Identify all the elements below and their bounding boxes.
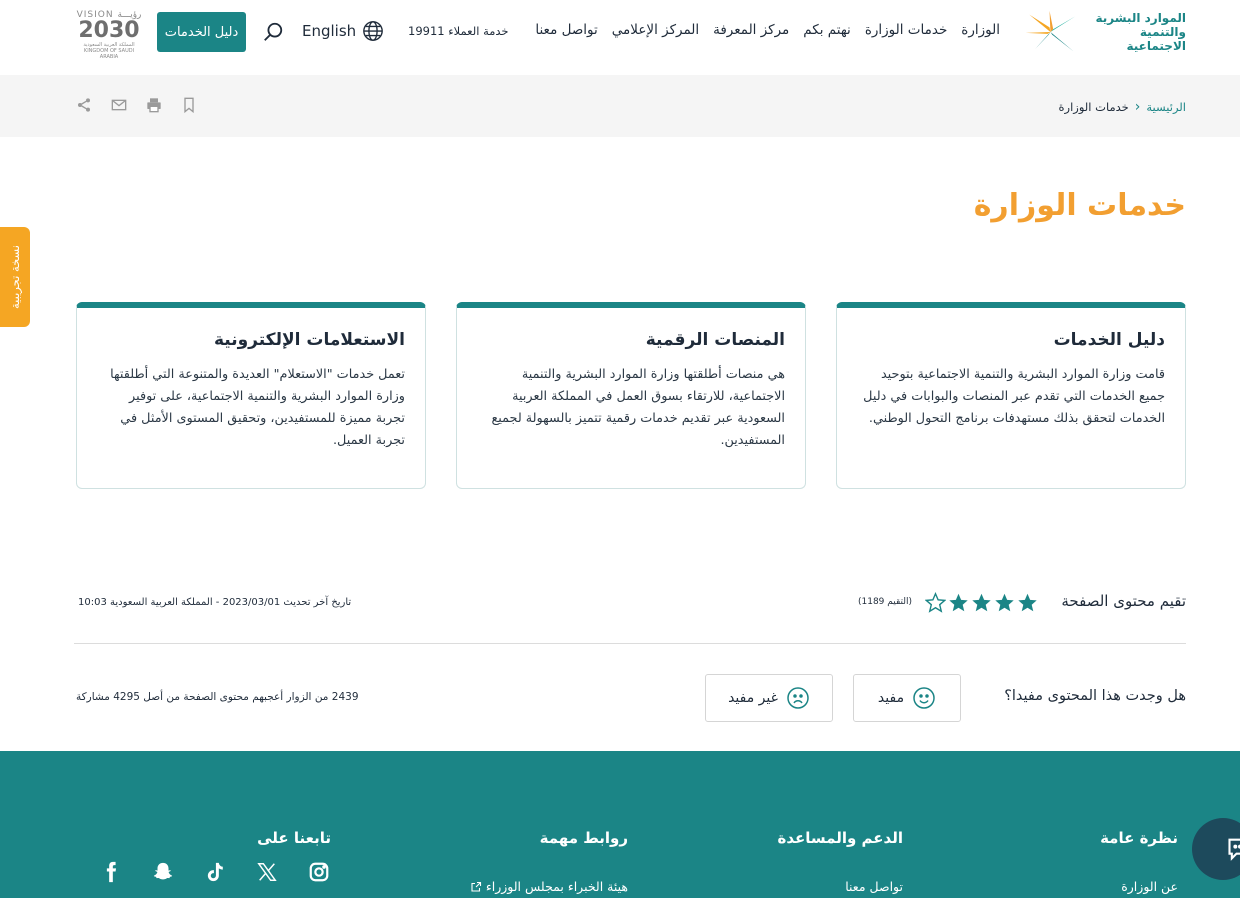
services-guide-button[interactable]: دليل الخدمات bbox=[157, 12, 246, 52]
globe-icon bbox=[363, 21, 384, 41]
star-empty-icon[interactable] bbox=[925, 592, 946, 613]
card-digital-platforms[interactable]: المنصات الرقمية هي منصات أطلقتها وزارة ا… bbox=[456, 302, 806, 489]
card-services-guide[interactable]: دليل الخدمات قامت وزارة الموارد البشرية … bbox=[836, 302, 1186, 489]
language-label: English bbox=[302, 22, 357, 40]
footer-overview-title: نظرة عامة bbox=[1100, 829, 1178, 847]
instagram-icon[interactable] bbox=[308, 861, 330, 883]
star-filled-icon[interactable] bbox=[994, 592, 1015, 613]
chat-button[interactable] bbox=[1192, 818, 1240, 880]
rating-label: تقيم محتوى الصفحة bbox=[1061, 592, 1186, 610]
frown-icon bbox=[787, 687, 809, 709]
useful-label: مفيد bbox=[877, 690, 905, 706]
card-text: هي منصات أطلقتها وزارة الموارد البشرية و… bbox=[491, 367, 785, 448]
external-link-icon bbox=[471, 881, 481, 892]
nav-item-media[interactable]: المركز الإعلامي bbox=[612, 22, 699, 38]
chevron-left-icon: ‹ bbox=[1134, 99, 1141, 115]
smile-icon bbox=[913, 687, 935, 709]
nav-item-care[interactable]: نهتم بكم bbox=[803, 22, 851, 38]
card-title: دليل الخدمات bbox=[1053, 330, 1165, 350]
card-text: تعمل خدمات "الاستعلام" العديدة والمتنوعة… bbox=[110, 367, 405, 448]
star-filled-icon[interactable] bbox=[948, 592, 969, 613]
feedback-stats: 2439 من الزوار أعجبهم محتوى الصفحة من أص… bbox=[76, 691, 359, 703]
card-title: المنصات الرقمية bbox=[645, 330, 785, 350]
footer-link-experts[interactable]: هيئة الخبراء بمجلس الوزراء bbox=[470, 879, 628, 894]
star-filled-icon[interactable] bbox=[1017, 592, 1038, 613]
page-title: خدمات الوزارة bbox=[973, 188, 1186, 223]
site-footer: نظرة عامة عن الوزارة الدعم والمساعدة توا… bbox=[0, 751, 1240, 898]
beta-version-label: نسخة تجريبية bbox=[8, 245, 22, 309]
footer-link-contact[interactable]: تواصل معنا bbox=[845, 879, 903, 894]
print-icon[interactable] bbox=[146, 97, 162, 113]
nav-item-knowledge[interactable]: مركز المعرفة bbox=[713, 22, 789, 38]
tiktok-icon[interactable] bbox=[204, 861, 226, 883]
nav-item-ministry[interactable]: الوزارة bbox=[961, 22, 1000, 38]
rating-stars bbox=[925, 592, 1038, 613]
main-nav: الوزارة خدمات الوزارة نهتم بكم مركز المع… bbox=[535, 22, 1000, 38]
logo-text-line1: الموارد البشرية bbox=[1095, 11, 1186, 25]
vision-year: 2030 bbox=[78, 18, 140, 43]
snapchat-icon[interactable] bbox=[152, 861, 174, 883]
logo-text-line2: والتنمية الاجتماعية bbox=[1126, 25, 1186, 53]
page-rating: تقيم محتوى الصفحة (التقيم 1189) تاريخ آخ… bbox=[78, 592, 1186, 614]
helpful-question: هل وجدت هذا المحتوى مفيدا؟ bbox=[1004, 688, 1186, 704]
social-links bbox=[100, 861, 330, 883]
ministry-logo[interactable]: الموارد البشرية والتنمية الاجتماعية bbox=[1022, 6, 1186, 58]
nav-item-contact[interactable]: تواصل معنا bbox=[535, 22, 597, 38]
not-useful-label: غير مفيد bbox=[728, 690, 778, 706]
breadcrumb: الرئيسية ‹ خدمات الوزارة bbox=[1059, 99, 1187, 115]
facebook-icon[interactable] bbox=[100, 861, 122, 883]
card-text: قامت وزارة الموارد البشرية والتنمية الاج… bbox=[863, 367, 1165, 426]
mail-icon[interactable] bbox=[111, 97, 127, 113]
footer-links-title: روابط مهمة bbox=[539, 829, 628, 847]
breadcrumb-home[interactable]: الرئيسية bbox=[1146, 100, 1186, 114]
card-title: الاستعلامات الإلكترونية bbox=[213, 330, 405, 350]
not-useful-button[interactable]: غير مفيد bbox=[705, 674, 833, 722]
divider bbox=[74, 643, 1186, 644]
card-e-inquiries[interactable]: الاستعلامات الإلكترونية تعمل خدمات "الاس… bbox=[76, 302, 426, 489]
bookmark-icon[interactable] bbox=[181, 97, 197, 113]
rating-count: (التقيم 1189) bbox=[857, 597, 912, 607]
star-filled-icon[interactable] bbox=[971, 592, 992, 613]
last-updated: تاريخ آخر تحديث 2023/03/01 - المملكة الع… bbox=[78, 597, 352, 608]
vision-sub-text: المملكة العربية السعودية KINGDOM OF SAUD… bbox=[83, 42, 135, 60]
chat-icon bbox=[1228, 838, 1240, 861]
footer-link-experts-label: هيئة الخبراء بمجلس الوزراء bbox=[485, 879, 628, 894]
ministry-emblem-icon bbox=[1025, 10, 1076, 52]
breadcrumb-bar: الرئيسية ‹ خدمات الوزارة bbox=[0, 75, 1240, 137]
x-icon[interactable] bbox=[256, 861, 278, 883]
share-icon[interactable] bbox=[76, 97, 92, 113]
useful-button[interactable]: مفيد bbox=[853, 674, 961, 722]
vision-2030-logo: VISION رؤيـــة 2030 المملكة العربية السع… bbox=[74, 10, 144, 60]
beta-version-tab[interactable]: نسخة تجريبية bbox=[0, 227, 30, 327]
footer-link-about[interactable]: عن الوزارة bbox=[1121, 879, 1178, 894]
customer-service-hotline[interactable]: خدمة العملاء 19911 bbox=[408, 24, 509, 38]
site-header: الموارد البشرية والتنمية الاجتماعية الوز… bbox=[0, 0, 1240, 75]
breadcrumb-current: خدمات الوزارة bbox=[1058, 100, 1129, 114]
footer-follow-title: تابعنا على bbox=[257, 829, 331, 847]
nav-item-services[interactable]: خدمات الوزارة bbox=[865, 22, 947, 38]
page-tools bbox=[76, 97, 197, 113]
search-icon[interactable] bbox=[262, 21, 284, 43]
language-switch[interactable]: English bbox=[302, 20, 384, 42]
footer-support-title: الدعم والمساعدة bbox=[777, 829, 904, 847]
